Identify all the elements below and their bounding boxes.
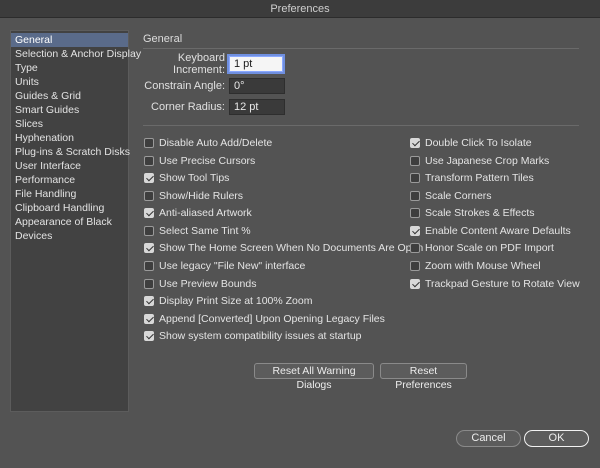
checkbox[interactable] bbox=[144, 243, 154, 253]
option-show-home-screen[interactable]: Show The Home Screen When No Documents A… bbox=[144, 241, 423, 255]
sidebar-item-type[interactable]: Type bbox=[11, 61, 128, 75]
checkbox[interactable] bbox=[410, 226, 420, 236]
constrain-angle-row: Constrain Angle: bbox=[143, 78, 285, 94]
cancel-button[interactable]: Cancel bbox=[456, 430, 521, 447]
sidebar-item-performance[interactable]: Performance bbox=[11, 173, 128, 187]
corner-radius-input[interactable] bbox=[229, 99, 285, 115]
sidebar-item-units[interactable]: Units bbox=[11, 75, 128, 89]
keyboard-increment-label: Keyboard Increment: bbox=[173, 52, 225, 76]
sidebar-item-clipboard-handling[interactable]: Clipboard Handling bbox=[11, 201, 128, 215]
sidebar-item-slices[interactable]: Slices bbox=[11, 117, 128, 131]
checkbox[interactable] bbox=[144, 156, 154, 166]
checkbox[interactable] bbox=[410, 208, 420, 218]
option-content-aware-defaults[interactable]: Enable Content Aware Defaults bbox=[410, 224, 571, 238]
option-use-legacy-file-new[interactable]: Use legacy "File New" interface bbox=[144, 259, 305, 273]
option-zoom-mouse-wheel[interactable]: Zoom with Mouse Wheel bbox=[410, 259, 541, 273]
checkbox[interactable] bbox=[144, 173, 154, 183]
general-pane: General Keyboard Increment: Constrain An… bbox=[143, 33, 590, 391]
checkbox[interactable] bbox=[410, 243, 420, 253]
checkbox[interactable] bbox=[144, 314, 154, 324]
checkbox[interactable] bbox=[410, 173, 420, 183]
option-transform-pattern-tiles[interactable]: Transform Pattern Tiles bbox=[410, 171, 534, 185]
corner-radius-label: Corner Radius: bbox=[151, 101, 225, 113]
preferences-sidebar: General Selection & Anchor Display Type … bbox=[10, 30, 141, 412]
keyboard-increment-row: Keyboard Increment: bbox=[143, 52, 283, 76]
sidebar-item-smart-guides[interactable]: Smart Guides bbox=[11, 103, 128, 117]
checkbox[interactable] bbox=[144, 138, 154, 148]
checkbox[interactable] bbox=[144, 296, 154, 306]
option-scale-strokes-effects[interactable]: Scale Strokes & Effects bbox=[410, 206, 535, 220]
checkbox[interactable] bbox=[410, 156, 420, 166]
section-divider bbox=[143, 48, 579, 49]
sidebar-item-selection-anchor-display[interactable]: Selection & Anchor Display bbox=[11, 47, 141, 61]
sidebar-item-user-interface[interactable]: User Interface bbox=[11, 159, 128, 173]
checkbox[interactable] bbox=[144, 208, 154, 218]
window-title: Preferences bbox=[270, 3, 330, 15]
option-trackpad-rotate-view[interactable]: Trackpad Gesture to Rotate View bbox=[410, 277, 580, 291]
sidebar-item-appearance-of-black[interactable]: Appearance of Black bbox=[11, 215, 128, 229]
sidebar-item-guides-grid[interactable]: Guides & Grid bbox=[11, 89, 128, 103]
sidebar-item-file-handling[interactable]: File Handling bbox=[11, 187, 128, 201]
sidebar-item-devices[interactable]: Devices bbox=[11, 229, 128, 243]
checkbox[interactable] bbox=[410, 261, 420, 271]
option-display-print-size[interactable]: Display Print Size at 100% Zoom bbox=[144, 294, 312, 308]
checkbox[interactable] bbox=[144, 226, 154, 236]
keyboard-increment-input[interactable] bbox=[229, 56, 283, 72]
option-honor-scale-pdf[interactable]: Honor Scale on PDF Import bbox=[410, 241, 554, 255]
option-anti-aliased-artwork[interactable]: Anti-aliased Artwork bbox=[144, 206, 252, 220]
constrain-angle-input[interactable] bbox=[229, 78, 285, 94]
option-show-hide-rulers[interactable]: Show/Hide Rulers bbox=[144, 189, 243, 203]
checkbox[interactable] bbox=[144, 331, 154, 341]
option-disable-auto-add-delete[interactable]: Disable Auto Add/Delete bbox=[144, 136, 272, 150]
option-japanese-crop-marks[interactable]: Use Japanese Crop Marks bbox=[410, 154, 549, 168]
title-bar: Preferences bbox=[0, 0, 600, 18]
option-show-compatibility-issues[interactable]: Show system compatibility issues at star… bbox=[144, 329, 362, 343]
checkbox[interactable] bbox=[144, 261, 154, 271]
checkbox[interactable] bbox=[410, 279, 420, 289]
option-use-preview-bounds[interactable]: Use Preview Bounds bbox=[144, 277, 256, 291]
options-divider bbox=[143, 125, 579, 126]
option-show-tool-tips[interactable]: Show Tool Tips bbox=[144, 171, 229, 185]
checkbox[interactable] bbox=[410, 138, 420, 148]
checkbox[interactable] bbox=[410, 191, 420, 201]
sidebar-item-hyphenation[interactable]: Hyphenation bbox=[11, 131, 128, 145]
option-double-click-to-isolate[interactable]: Double Click To Isolate bbox=[410, 136, 532, 150]
sidebar-item-general[interactable]: General bbox=[11, 33, 128, 47]
option-select-same-tint[interactable]: Select Same Tint % bbox=[144, 224, 251, 238]
ok-button[interactable]: OK bbox=[524, 430, 589, 447]
checkbox[interactable] bbox=[144, 279, 154, 289]
option-append-converted[interactable]: Append [Converted] Upon Opening Legacy F… bbox=[144, 312, 385, 326]
reset-warning-dialogs-button[interactable]: Reset All Warning Dialogs bbox=[254, 363, 374, 391]
option-use-precise-cursors[interactable]: Use Precise Cursors bbox=[144, 154, 255, 168]
option-scale-corners[interactable]: Scale Corners bbox=[410, 189, 492, 203]
sidebar-item-plugins-scratch-disks[interactable]: Plug-ins & Scratch Disks bbox=[11, 145, 130, 159]
reset-preferences-button[interactable]: Reset Preferences bbox=[380, 363, 467, 391]
checkbox[interactable] bbox=[144, 191, 154, 201]
constrain-angle-label: Constrain Angle: bbox=[144, 80, 225, 92]
corner-radius-row: Corner Radius: bbox=[143, 99, 285, 115]
section-title: General bbox=[143, 33, 183, 45]
